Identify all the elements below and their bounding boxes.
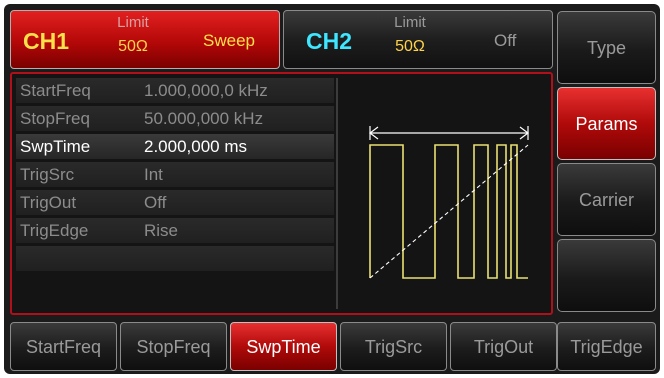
param-row-trigsrc[interactable]: TrigSrc Int <box>16 162 334 187</box>
startfreq-menu-button[interactable]: StartFreq <box>10 322 117 371</box>
param-value: Off <box>144 193 167 212</box>
channel-2-load-value: 50Ω <box>395 38 425 55</box>
empty-softkey[interactable] <box>557 239 656 312</box>
channel-1-load-value: 50Ω <box>118 38 148 55</box>
param-row-stopfreq[interactable]: StopFreq 50.000,000 kHz <box>16 106 334 131</box>
channel-1-mode: Sweep <box>203 31 255 50</box>
param-row-startfreq[interactable]: StartFreq 1.000,000,0 kHz <box>16 78 334 103</box>
param-name: StopFreq <box>20 109 90 128</box>
sweep-waveform-preview <box>369 126 529 279</box>
param-name: SwpTime <box>20 137 91 156</box>
trigout-menu-button[interactable]: TrigOut <box>450 322 557 371</box>
sweep-parameter-panel: StartFreq 1.000,000,0 kHz StopFreq 50.00… <box>10 72 553 315</box>
param-value: 2.000,000 ms <box>144 137 248 156</box>
param-name: TrigSrc <box>20 165 75 184</box>
swptime-menu-button[interactable]: SwpTime <box>230 322 337 371</box>
param-name: TrigEdge <box>20 221 89 240</box>
params-softkey[interactable]: Params <box>557 87 656 160</box>
param-row-empty <box>16 246 334 271</box>
param-row-trigedge[interactable]: TrigEdge Rise <box>16 218 334 243</box>
channel-2-tab[interactable]: CH2 Limit 50Ω Off <box>283 10 553 69</box>
param-row-trigout[interactable]: TrigOut Off <box>16 190 334 215</box>
trigedge-menu-button[interactable]: TrigEdge <box>557 322 656 371</box>
parameter-list: StartFreq 1.000,000,0 kHz StopFreq 50.00… <box>16 78 334 274</box>
sweep-frequency-ramp <box>369 144 529 279</box>
screen: CH1 Limit 50Ω Sweep CH2 Limit 50Ω Off St… <box>0 0 664 378</box>
carrier-softkey[interactable]: Carrier <box>557 163 656 236</box>
param-row-swptime[interactable]: SwpTime 2.000,000 ms <box>16 134 334 159</box>
stopfreq-menu-button[interactable]: StopFreq <box>120 322 227 371</box>
param-value: 50.000,000 kHz <box>144 109 264 128</box>
channel-1-name: CH1 <box>23 28 70 54</box>
channel-1-tab[interactable]: CH1 Limit 50Ω Sweep <box>10 10 280 69</box>
param-value: 1.000,000,0 kHz <box>144 81 268 100</box>
param-name: StartFreq <box>20 81 91 100</box>
channel-2-name: CH2 <box>306 28 353 54</box>
param-value: Rise <box>144 221 179 240</box>
param-name: TrigOut <box>20 193 77 212</box>
channel-1-limit-label: Limit <box>117 14 149 31</box>
channel-2-limit-label: Limit <box>394 14 426 31</box>
panel-divider <box>336 78 338 309</box>
type-softkey[interactable]: Type <box>557 11 656 84</box>
channel-2-mode: Off <box>494 31 517 50</box>
param-value: Int <box>144 165 163 184</box>
trigsrc-menu-button[interactable]: TrigSrc <box>340 322 447 371</box>
